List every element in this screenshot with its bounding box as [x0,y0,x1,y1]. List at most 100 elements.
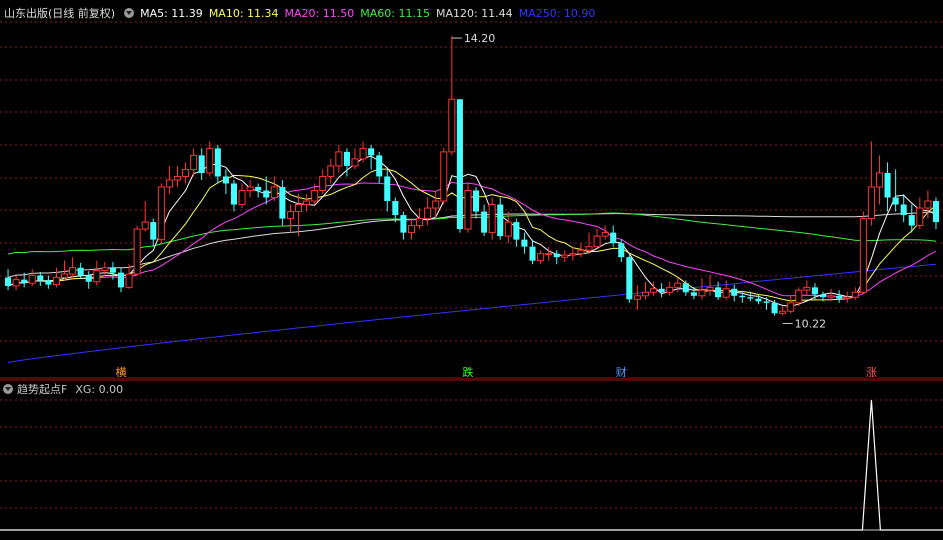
sub-indicator-value: XG: 0.00 [75,382,124,396]
candle-body-down [400,215,407,233]
candle-body-down [610,232,617,244]
candle-body-up [303,200,311,206]
candle-body-up [650,288,658,293]
candle-body-up [93,270,101,283]
candle-body-up [851,291,859,298]
candle-body-up [407,225,416,234]
xg-signal-line [0,399,943,531]
candle-body-up [569,253,577,256]
candle-body-up [133,228,141,275]
signal-label: 财 [616,365,627,379]
candle-body-down [771,302,778,314]
candle-body-down [763,301,770,303]
candle-body-up [803,286,811,291]
candle-body-up [448,98,456,153]
candle-body-up [698,289,706,297]
candle-body-down [77,267,84,276]
candle-body-up [173,175,182,181]
candle-body-down [618,243,625,258]
candle-body-down [690,292,697,296]
candle-body-down [222,176,229,184]
candle-body-up [779,310,787,314]
candle-body-up [125,273,133,288]
candle-body-up [432,200,440,209]
candle-body-down [37,275,44,281]
candle-body-up [916,207,924,227]
candle-body-up [206,147,214,174]
ma120-label: MA120: 11.44 [435,6,513,20]
candle-body-up [674,282,682,288]
ma60-line [7,212,937,255]
candle-body-down [884,172,891,198]
sub-legend: 趋势起点F XG: 0.00 [0,382,123,396]
candle-body-up [827,295,835,298]
candle-body-up [537,253,545,262]
candle-body-up [488,204,496,234]
candle-body-down [279,186,286,219]
candle-body-up [12,279,20,287]
candle-body-down [150,222,157,240]
ma5-label: MA5: 11.39 [140,6,203,20]
candle-body-up [601,232,609,237]
candle-body-up [335,151,343,167]
candle-body-up [238,189,246,206]
candle-body-down [456,99,463,230]
candle-body-down [343,151,350,166]
ma250-label: MA250: 10.90 [518,6,596,20]
ma60-label: MA60: 11.15 [360,6,430,20]
stock-title: 山东出版(日线 前复权) [4,7,116,20]
candle-body-up [359,147,367,160]
candle-body-down [521,239,528,247]
candle-body-down [481,211,488,233]
candle-body-down [658,288,665,293]
candle-body-up [157,186,165,241]
candle-body-down [739,295,746,298]
candle-body-down [255,186,262,191]
candle-body-down [682,283,689,293]
candle-body-down [932,201,939,223]
settings-dropdown-icon[interactable] [124,8,135,18]
candle-body-down [198,155,205,173]
candle-body-up [60,273,69,279]
ma250-line [7,263,937,363]
candle-body-down [497,204,504,237]
candle-body-up [867,186,875,220]
candle-body-down [85,275,92,282]
candle-body-down [376,155,383,177]
candle-body-down [368,148,375,156]
candle-body-down [900,204,907,216]
candle-body-down [230,183,237,205]
candle-body-up [787,302,795,312]
candlestick-chart-svg[interactable]: 14.20 10.22 横 跌 财 涨 [0,0,943,536]
price-annotation-label: 14.20 [464,32,496,45]
candle-body-down [892,197,899,205]
candle-body-up [577,249,585,255]
sub-settings-dropdown-icon[interactable] [3,384,13,394]
candle-body-up [319,175,327,191]
candle-body-down [747,297,754,299]
candle-body-down [263,190,270,198]
candle-body-down [811,287,818,295]
candle-body-up [351,158,359,167]
candle-body-up [416,218,424,227]
candle-body-up [875,172,884,188]
candle-body-down [21,279,28,284]
signal-label: 涨 [866,366,877,379]
candle-body-down [626,257,633,300]
candle-body-up [545,253,553,256]
candle-body-down [553,253,560,258]
candle-body-up [504,221,512,237]
candle-body-down [214,148,221,177]
candle-body-down [513,222,520,240]
candle-body-down [715,287,722,298]
candle-body-up [141,221,149,230]
candle-body-up [69,267,77,275]
ma10-line [7,168,937,302]
candle-body-up [28,274,36,284]
candle-body-down [5,277,12,286]
candle-body-down [836,295,843,299]
stock-chart[interactable]: 14.20 10.22 横 跌 财 涨 [0,0,943,536]
candle-body-up [270,186,278,199]
candle-body-up [190,154,198,170]
candle-body-up [182,168,190,177]
